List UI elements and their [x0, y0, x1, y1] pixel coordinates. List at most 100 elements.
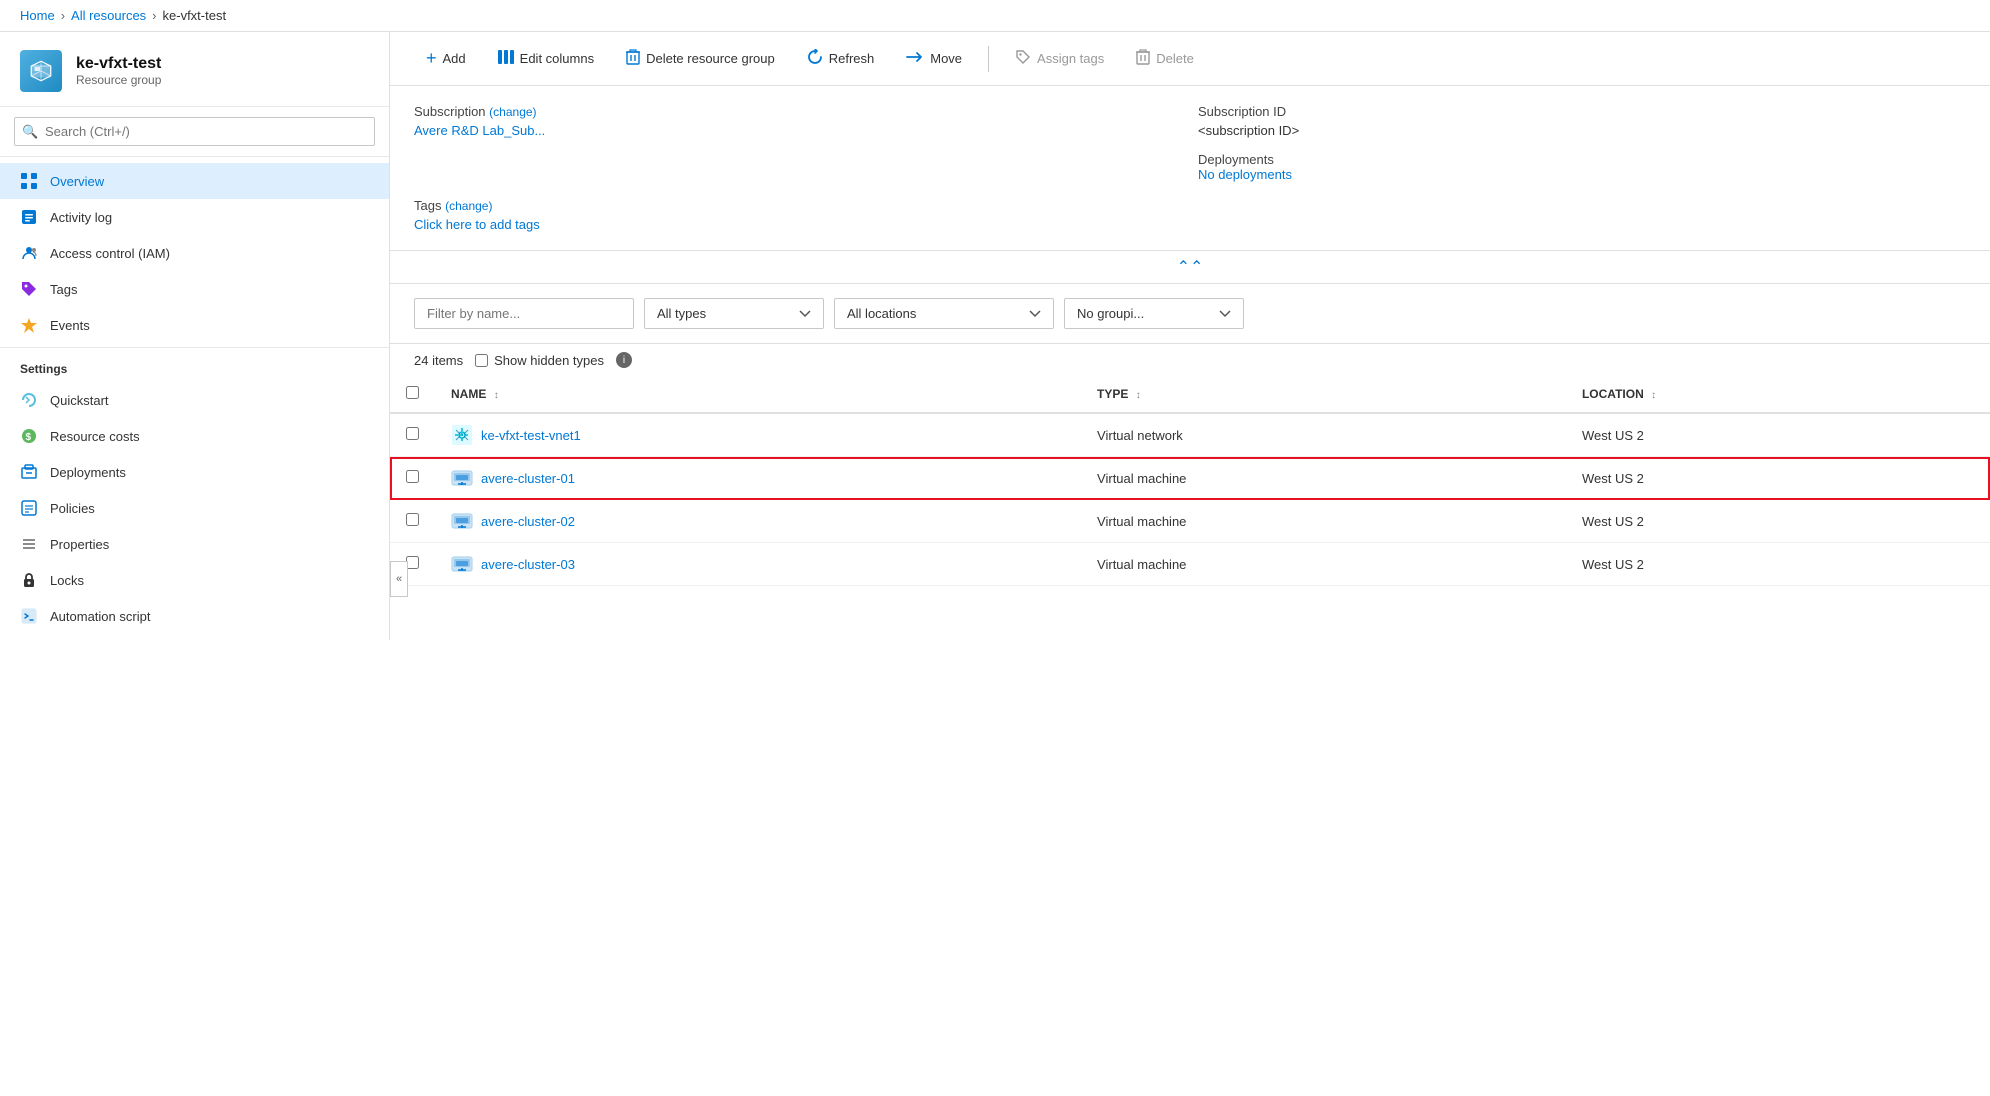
resource-group-icon [20, 50, 62, 92]
items-count: 24 items [414, 353, 463, 368]
search-icon: 🔍 [22, 124, 38, 140]
select-all-checkbox[interactable] [406, 386, 419, 399]
resource-name-link[interactable]: avere-cluster-01 [481, 471, 575, 486]
resource-location-cell: West US 2 [1566, 500, 1990, 543]
access-control-icon [20, 244, 38, 262]
sidebar-item-tags-label: Tags [50, 282, 77, 297]
type-header[interactable]: TYPE ↕ [1081, 376, 1566, 413]
name-sort-icon[interactable]: ↕ [494, 390, 499, 401]
sidebar-item-locks[interactable]: Locks [0, 562, 389, 598]
sidebar-item-deployments-label: Deployments [50, 465, 126, 480]
sidebar-item-properties[interactable]: Properties [0, 526, 389, 562]
sidebar-item-events-label: Events [50, 318, 90, 333]
row-checkbox-1[interactable] [406, 470, 419, 483]
delete-button[interactable]: Delete [1124, 43, 1206, 75]
subscription-id-value: <subscription ID> [1198, 123, 1966, 138]
resource-name-link[interactable]: avere-cluster-02 [481, 514, 575, 529]
resource-name-link[interactable]: ke-vfxt-test-vnet1 [481, 428, 581, 443]
sidebar-item-quickstart[interactable]: Quickstart [0, 382, 389, 418]
move-button[interactable]: Move [894, 44, 974, 74]
sidebar-item-overview[interactable]: Overview [0, 163, 389, 199]
subscription-block: Subscription (change) Avere R&D Lab_Sub.… [414, 104, 1182, 182]
sidebar-item-access-control-label: Access control (IAM) [50, 246, 170, 261]
resource-type-cell: Virtual machine [1081, 500, 1566, 543]
sidebar: ke-vfxt-test Resource group 🔍 [0, 32, 390, 640]
assign-tags-icon [1015, 49, 1031, 69]
edit-columns-icon [498, 50, 514, 68]
all-types-select[interactable]: All types [644, 298, 824, 329]
breadcrumb-all-resources[interactable]: All resources [71, 8, 146, 23]
show-hidden-types-checkbox-wrap[interactable]: Show hidden types [475, 353, 604, 368]
select-all-header [390, 376, 435, 413]
name-header[interactable]: NAME ↕ [435, 376, 1081, 413]
subscription-change-link[interactable]: (change) [489, 105, 536, 119]
sidebar-item-activity-log[interactable]: Activity log [0, 199, 389, 235]
overview-icon [20, 172, 38, 190]
refresh-button[interactable]: Refresh [795, 43, 887, 75]
add-button[interactable]: + Add [414, 42, 478, 75]
content-area: + Add Edit columns [390, 32, 1990, 1090]
properties-icon [20, 535, 38, 553]
all-locations-select[interactable]: All locations [834, 298, 1054, 329]
vnet-icon [451, 424, 473, 446]
filter-bar: All types All locations No groupi... [390, 284, 1990, 344]
sidebar-item-resource-costs[interactable]: $ Resource costs [0, 418, 389, 454]
add-icon: + [426, 48, 437, 69]
table-row: avere-cluster-02 Virtual machineWest US 2 [390, 500, 1990, 543]
resource-table: NAME ↕ TYPE ↕ LOCATION ↕ [390, 376, 1990, 1090]
sidebar-collapse-button[interactable]: « [390, 561, 408, 597]
deployments-icon [20, 463, 38, 481]
sidebar-item-overview-label: Overview [50, 174, 104, 189]
info-icon[interactable]: i [616, 352, 632, 368]
tags-value[interactable]: Click here to add tags [414, 217, 1182, 232]
subscription-value[interactable]: Avere R&D Lab_Sub... [414, 123, 1182, 138]
no-grouping-select[interactable]: No groupi... [1064, 298, 1244, 329]
sidebar-item-policies[interactable]: Policies [0, 490, 389, 526]
filter-name-input[interactable] [414, 298, 634, 329]
deployments-value[interactable]: No deployments [1198, 167, 1292, 182]
location-header[interactable]: LOCATION ↕ [1566, 376, 1990, 413]
toolbar: + Add Edit columns [390, 32, 1990, 86]
table-row: avere-cluster-03Virtual machineWest US 2 [390, 543, 1990, 586]
sidebar-item-events[interactable]: Events [0, 307, 389, 343]
sidebar-item-activity-log-label: Activity log [50, 210, 112, 225]
resource-type-cell: Virtual machine [1081, 543, 1566, 586]
assign-tags-button[interactable]: Assign tags [1003, 43, 1116, 75]
info-section: Subscription (change) Avere R&D Lab_Sub.… [390, 86, 1990, 251]
table-row: avere-cluster-01Virtual machineWest US 2 [390, 457, 1990, 500]
delete-resource-group-button[interactable]: Delete resource group [614, 43, 787, 75]
settings-section-title: Settings [0, 347, 389, 382]
type-sort-icon[interactable]: ↕ [1136, 390, 1141, 401]
show-hidden-types-checkbox[interactable] [475, 354, 488, 367]
table-row: ke-vfxt-test-vnet1Virtual networkWest US… [390, 413, 1990, 457]
sidebar-item-automation-script[interactable]: Automation script [0, 598, 389, 634]
toolbar-divider [988, 46, 989, 72]
row-checkbox-2[interactable] [406, 513, 419, 526]
sidebar-item-properties-label: Properties [50, 537, 109, 552]
tags-change-link[interactable]: (change) [445, 199, 492, 213]
delete-resource-group-icon [626, 49, 640, 69]
breadcrumb: Home › All resources › ke-vfxt-test [0, 0, 1990, 32]
sidebar-header: ke-vfxt-test Resource group [0, 32, 389, 107]
search-input[interactable] [14, 117, 375, 146]
location-sort-icon[interactable]: ↕ [1651, 390, 1656, 401]
sidebar-nav: Overview Activity log [0, 157, 389, 640]
events-icon [20, 316, 38, 334]
policies-icon [20, 499, 38, 517]
quickstart-icon [20, 391, 38, 409]
sidebar-item-access-control[interactable]: Access control (IAM) [0, 235, 389, 271]
show-hidden-types-label: Show hidden types [494, 353, 604, 368]
breadcrumb-sep-1: › [61, 8, 65, 23]
collapse-info-button[interactable]: ⌃⌃ [390, 251, 1990, 284]
sidebar-item-tags[interactable]: Tags [0, 271, 389, 307]
refresh-icon [807, 49, 823, 69]
resource-name-link[interactable]: avere-cluster-03 [481, 557, 575, 572]
breadcrumb-home[interactable]: Home [20, 8, 55, 23]
sidebar-item-locks-label: Locks [50, 573, 84, 588]
vm-icon [451, 510, 473, 532]
edit-columns-button[interactable]: Edit columns [486, 44, 606, 74]
row-checkbox-0[interactable] [406, 427, 419, 440]
sidebar-item-deployments[interactable]: Deployments [0, 454, 389, 490]
resource-type-cell: Virtual network [1081, 413, 1566, 457]
activity-log-icon [20, 208, 38, 226]
